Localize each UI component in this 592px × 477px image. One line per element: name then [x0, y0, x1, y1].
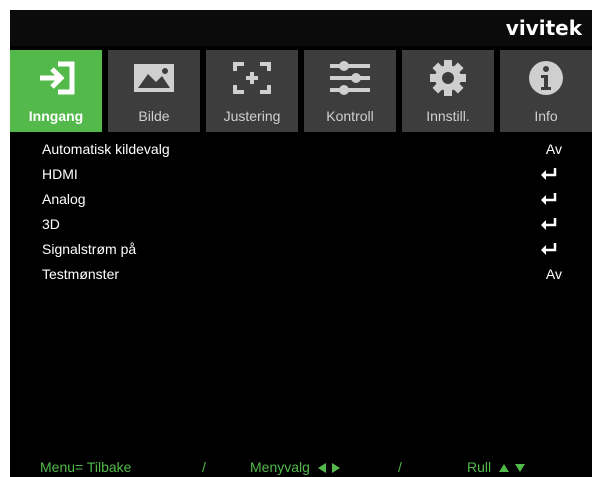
footer-scroll-label: Rull: [467, 459, 492, 475]
tab-innstill[interactable]: Innstill.: [402, 50, 494, 132]
menu-item-value: Av: [545, 266, 562, 282]
adjust-frame-icon: [206, 58, 298, 98]
tab-label: Justering: [223, 108, 281, 124]
tab-label: Innstill.: [426, 108, 470, 124]
menu-item-3d[interactable]: 3D: [10, 213, 592, 238]
tab-bilde[interactable]: Bilde: [108, 50, 200, 132]
footer-back-hint: Menu= Tilbake: [40, 459, 132, 475]
tab-info[interactable]: Info: [500, 50, 592, 132]
footer-select-hint: Menyvalg: [250, 459, 340, 475]
menu-item-analog[interactable]: Analog: [10, 188, 592, 213]
menu-item-label: Automatisk kildevalg: [42, 141, 170, 157]
arrow-right-icon: [331, 459, 340, 475]
info-icon: [500, 58, 592, 98]
menu-item-label: Signalstrøm på: [42, 241, 137, 257]
menu-item-label: 3D: [42, 216, 60, 232]
menu-item-signal-power[interactable]: Signalstrøm på: [10, 238, 592, 263]
brand-logo: vivitek: [505, 16, 582, 40]
enter-icon: [540, 242, 558, 259]
footer-separator: /: [398, 459, 402, 475]
sliders-icon: [304, 58, 396, 98]
tab-label: Info: [534, 108, 558, 124]
input-icon: [10, 58, 102, 98]
tab-justering[interactable]: Justering: [206, 50, 298, 132]
picture-icon: [108, 58, 200, 98]
tab-label: Bilde: [138, 108, 170, 124]
tab-bar: Inngang Bilde Justering Kontroll Innstil…: [10, 50, 592, 132]
arrow-up-icon: [499, 459, 510, 475]
arrow-down-icon: [514, 459, 525, 475]
tab-kontroll[interactable]: Kontroll: [304, 50, 396, 132]
menu-item-test-pattern[interactable]: Testmønster Av: [10, 263, 592, 288]
osd-menu: vivitek Inngang Bilde Justering Kontroll…: [10, 10, 592, 477]
tab-inngang[interactable]: Inngang: [10, 50, 102, 132]
enter-icon: [540, 167, 558, 184]
footer-hints: Menu= Tilbake / Menyvalg / Rull: [10, 459, 592, 477]
enter-icon: [540, 192, 558, 209]
menu-item-hdmi[interactable]: HDMI: [10, 163, 592, 188]
footer-select-label: Menyvalg: [250, 459, 310, 475]
footer-separator: /: [202, 459, 206, 475]
gear-icon: [402, 58, 494, 98]
menu-item-label: Analog: [42, 191, 86, 207]
tab-label: Inngang: [28, 108, 84, 124]
arrow-left-icon: [317, 459, 326, 475]
footer-scroll-hint: Rull: [467, 459, 525, 475]
tab-label: Kontroll: [326, 108, 374, 124]
input-menu-list: Automatisk kildevalg Av HDMI Analog 3D S…: [10, 138, 592, 288]
top-bar: vivitek: [10, 10, 592, 46]
menu-item-label: Testmønster: [42, 266, 120, 282]
menu-item-label: HDMI: [42, 166, 78, 182]
enter-icon: [540, 217, 558, 234]
menu-item-value: Av: [545, 141, 562, 157]
menu-item-auto-source[interactable]: Automatisk kildevalg Av: [10, 138, 592, 163]
